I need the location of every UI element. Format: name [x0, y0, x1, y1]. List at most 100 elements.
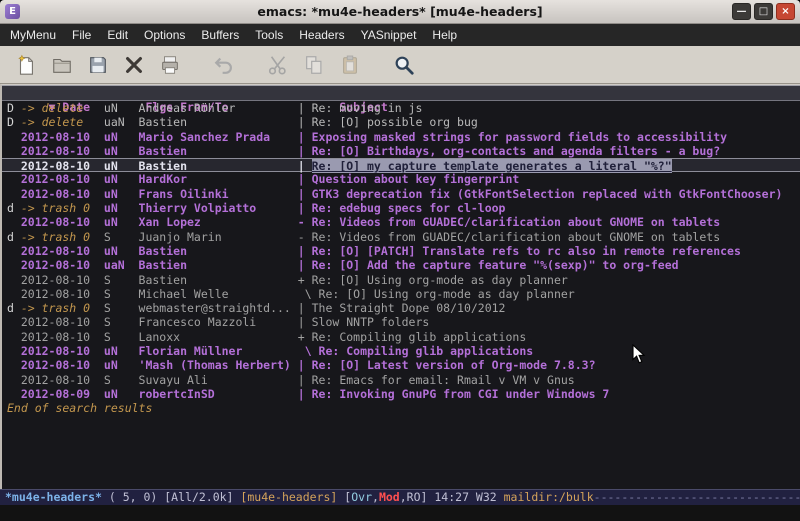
undo-button[interactable] [209, 50, 239, 80]
menu-item-file[interactable]: File [64, 25, 99, 45]
maximize-button[interactable]: □ [754, 3, 773, 20]
message-row[interactable]: 2012-08-10SFrancesco Mazzoli| Slow NNTP … [2, 315, 800, 329]
col-flags: S [104, 273, 139, 287]
col-subject: Re: [O] [PATCH] Translate refs to rc als… [312, 244, 741, 258]
message-row[interactable]: 2012-08-10uNMario Sanchez Prada| Exposin… [2, 130, 800, 144]
col-mark: d [7, 201, 21, 215]
message-row[interactable]: 2012-08-10uNFrans Oilinki| GTK3 deprecat… [2, 187, 800, 201]
message-row[interactable]: D-> deleteuaNBastien| Re: [O] possible o… [2, 115, 800, 129]
headers-buffer[interactable]: ▼ DateFlgsFrom/ToSubject D-> deleteuNAnd… [0, 84, 800, 489]
col-sep: | [298, 172, 312, 186]
col-date: -> trash 0 [21, 201, 104, 215]
minimize-button[interactable]: — [732, 3, 751, 20]
col-subject: Re: [O] Latest version of Org-mode 7.8.3… [312, 358, 596, 372]
col-sep: - [298, 215, 312, 229]
message-row[interactable]: 2012-08-09uNrobertcInSD| Re: Invoking Gn… [2, 387, 800, 401]
copy-button[interactable] [299, 50, 329, 80]
col-date: 2012-08-10 [21, 172, 104, 186]
message-row[interactable]: d-> trash 0Swebmaster@straightd...| The … [2, 301, 800, 315]
col-flags: uN [104, 244, 139, 258]
col-sep: | [298, 387, 312, 401]
print-button[interactable] [155, 50, 185, 80]
message-row[interactable]: 2012-08-10uNXan Lopez- Re: Videos from G… [2, 215, 800, 229]
col-subject: Re: [O] Birthdays, org-contacts and agen… [312, 144, 721, 158]
emacs-window: E emacs: *mu4e-headers* [mu4e-headers] —… [0, 0, 800, 521]
echo-area[interactable] [0, 505, 800, 521]
col-subject: Exposing masked strings for password fie… [312, 130, 727, 144]
open-folder-button[interactable] [47, 50, 77, 80]
col-flags: uN [104, 101, 139, 115]
col-flags: uN [104, 172, 139, 186]
message-row[interactable]: 2012-08-10SLanoxx+ Re: Compiling glib ap… [2, 330, 800, 344]
header-line: ▼ DateFlgsFrom/ToSubject [2, 85, 800, 101]
col-date: 2012-08-10 [21, 144, 104, 158]
col-sep: | [298, 301, 312, 315]
col-flags: uN [104, 358, 139, 372]
modeline-segment-plain: ] [421, 490, 435, 504]
col-sep: | [298, 258, 312, 272]
col-date: 2012-08-10 [21, 258, 104, 272]
menu-item-tools[interactable]: Tools [247, 25, 291, 45]
col-sep: | [298, 244, 312, 258]
menu-item-help[interactable]: Help [424, 25, 465, 45]
menu-item-mymenu[interactable]: MyMenu [2, 25, 64, 45]
paste-button[interactable] [335, 50, 365, 80]
col-flags: uaN [104, 115, 139, 129]
col-from: Lanoxx [139, 330, 298, 344]
modeline-segment-plain: , [372, 490, 379, 504]
menu-bar: MyMenuFileEditOptionsBuffersToolsHeaders… [0, 24, 800, 46]
col-subject: The Straight Dope 08/10/2012 [312, 301, 506, 315]
save-button[interactable] [83, 50, 113, 80]
message-row[interactable]: 2012-08-10SSuvayu Ali| Re: Emacs for ema… [2, 373, 800, 387]
message-row[interactable]: 2012-08-10uN'Mash (Thomas Herbert)| Re: … [2, 358, 800, 372]
col-date: 2012-08-10 [21, 287, 104, 301]
col-date: -> trash 0 [21, 301, 104, 315]
emacs-icon: E [5, 4, 20, 19]
col-subject: Re: Videos from GUADEC/clarification abo… [312, 215, 721, 229]
menu-item-edit[interactable]: Edit [99, 25, 136, 45]
col-date: -> delete [21, 101, 104, 115]
col-date: 2012-08-10 [21, 330, 104, 344]
col-sep: | [298, 187, 312, 201]
message-row[interactable]: 2012-08-10uaNBastien| Re: [O] Add the ca… [2, 258, 800, 272]
cut-button[interactable] [263, 50, 293, 80]
message-row[interactable]: d-> trash 0uNThierry Volpiatto| Re: edeb… [2, 201, 800, 215]
message-row[interactable]: 2012-08-10uNHardKor| Question about key … [2, 172, 800, 186]
col-subject: Re: Videos from GUADEC/clarification abo… [312, 230, 721, 244]
search-button[interactable] [389, 50, 419, 80]
message-row[interactable]: 2012-08-10uNBastien| Re: [O] Birthdays, … [2, 144, 800, 158]
message-row[interactable]: 2012-08-10uNBastien| Re: [O] [PATCH] Tra… [2, 244, 800, 258]
open-folder-icon [51, 54, 73, 76]
message-row[interactable]: D-> deleteuNAndreas Röhler| Re: moving i… [2, 101, 800, 115]
message-row[interactable]: 2012-08-10SBastien+ Re: [O] Using org-mo… [2, 273, 800, 287]
menu-item-buffers[interactable]: Buffers [193, 25, 247, 45]
print-icon [159, 54, 181, 76]
col-subject: Slow NNTP folders [312, 315, 430, 329]
message-row[interactable]: 2012-08-10SMichael Welle \ Re: [O] Using… [2, 287, 800, 301]
col-from: Xan Lopez [139, 215, 298, 229]
col-subject: Re: Emacs for email: Rmail v VM v Gnus [312, 373, 575, 387]
message-row[interactable]: d-> trash 0SJuanjo Marin- Re: Videos fro… [2, 230, 800, 244]
close-buffer-button[interactable] [119, 50, 149, 80]
col-from: Bastien [139, 244, 298, 258]
col-date: 2012-08-10 [21, 130, 104, 144]
col-sep: | [298, 358, 312, 372]
search-icon [393, 54, 415, 76]
modeline-segment-dashes: ----------------------------------------… [594, 490, 800, 504]
col-date: 2012-08-10 [21, 215, 104, 229]
col-from: Mario Sanchez Prada [139, 130, 298, 144]
col-sep: | [298, 201, 312, 215]
close-button[interactable]: × [776, 3, 795, 20]
col-sep: - [298, 230, 312, 244]
new-file-button[interactable] [11, 50, 41, 80]
menu-item-headers[interactable]: Headers [291, 25, 352, 45]
menu-item-yasnippet[interactable]: YASnippet [353, 25, 425, 45]
col-flags: uN [104, 201, 139, 215]
col-from: Bastien [139, 115, 298, 129]
col-mark: d [7, 301, 21, 315]
message-row[interactable]: 2012-08-10uNFlorian Müllner \ Re: Compil… [2, 344, 800, 358]
col-flags: uN [104, 159, 139, 173]
message-row[interactable]: 2012-08-10uNBastien| Re: [O] my capture … [2, 158, 800, 172]
col-date: 2012-08-10 [21, 358, 104, 372]
menu-item-options[interactable]: Options [136, 25, 193, 45]
